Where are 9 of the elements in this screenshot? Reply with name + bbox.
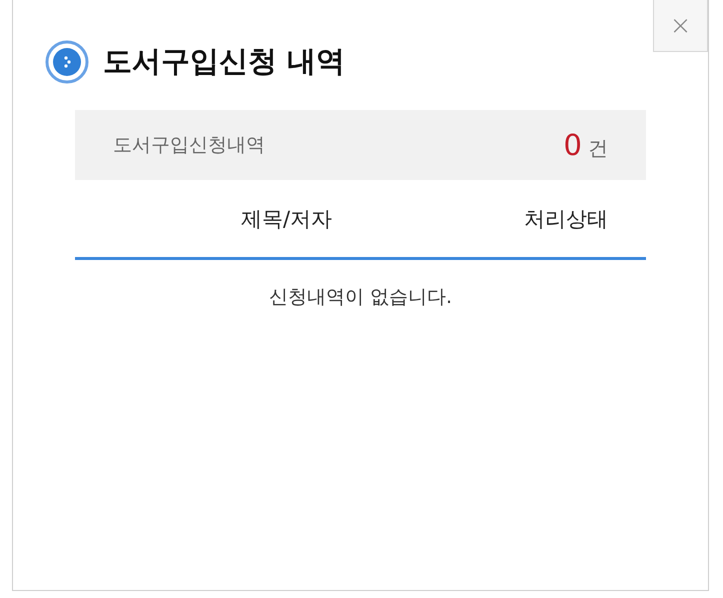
empty-message: 신청내역이 없습니다. (268, 285, 454, 310)
column-header: 처리상태 (523, 206, 609, 232)
disc-icon (45, 40, 89, 84)
close-button[interactable]: × (653, 0, 708, 52)
dialog-title: 도서구입신청 내역 (103, 43, 346, 80)
column-header: 제목/저자 (240, 206, 334, 232)
count-unit: 건 (588, 135, 608, 162)
count-value: 0 (564, 128, 582, 162)
summary-label: 도서구입신청내역 (113, 133, 265, 158)
